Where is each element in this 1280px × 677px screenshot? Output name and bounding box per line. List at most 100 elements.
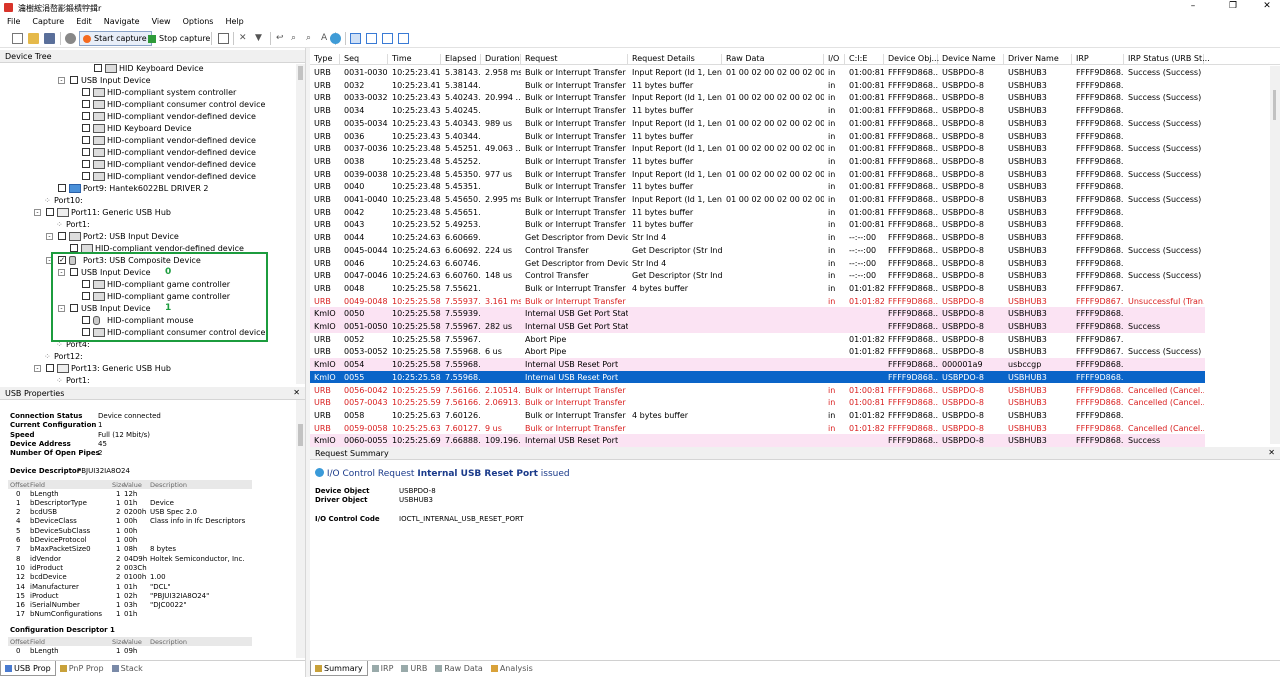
new-icon[interactable]: [12, 33, 23, 44]
start-capture-button[interactable]: Start capture: [79, 31, 152, 46]
column-header[interactable]: Elapsed: [441, 54, 481, 65]
column-header[interactable]: Raw Data: [722, 54, 824, 65]
tree-node[interactable]: ⁘ Port10:: [5, 195, 295, 207]
close-panel-icon[interactable]: ✕: [293, 388, 300, 397]
find-icon[interactable]: ⌕: [291, 33, 302, 44]
table-row[interactable]: URB 0056-0042 10:25:25.591 7.56166... 2.1051…: [310, 383, 1205, 397]
tree-node[interactable]: HID Keyboard Device: [5, 63, 295, 75]
table-row[interactable]: URB 0047-0046 10:25:24.638 6.60760... 148 us…: [310, 269, 1205, 282]
table-row[interactable]: URB 0053-0052 10:25:25.589 7.55968... 6 us Ab…: [310, 345, 1205, 359]
tree-expander[interactable]: -: [46, 233, 53, 240]
column-header[interactable]: Request Details: [628, 54, 722, 65]
table-row[interactable]: URB 0032 10:25:23.411 5.38144... Bulk or Int…: [310, 78, 1205, 92]
menu-navigate[interactable]: Navigate: [97, 15, 145, 26]
tree-expander[interactable]: -: [34, 209, 41, 216]
table-row[interactable]: URB 0040 10:25:23.483 5.45351... Bulk or Int…: [310, 180, 1205, 193]
table-row[interactable]: URB 0033-0032 10:25:23.432 5.40243... 20.994…: [310, 91, 1205, 105]
table-row[interactable]: KmIO 0060-0055 10:25:25.698 7.66888... 109.1…: [310, 434, 1205, 447]
tree-checkbox[interactable]: [82, 124, 90, 132]
column-header[interactable]: C:I:E: [845, 54, 884, 65]
tree-node[interactable]: - Port13: Generic USB Hub: [5, 363, 295, 375]
table-row[interactable]: KmIO 0051-0050 10:25:25.589 7.55967... 282 u…: [310, 320, 1205, 333]
column-header[interactable]: IRP Status (URB St...: [1124, 54, 1210, 65]
column-header[interactable]: Driver Name: [1004, 54, 1072, 65]
tree-checkbox[interactable]: [46, 208, 54, 216]
stop-capture-button[interactable]: Stop capture: [144, 31, 215, 46]
menu-edit[interactable]: Edit: [69, 15, 97, 26]
maximize-button[interactable]: ❐: [1218, 1, 1248, 14]
tab-analysis[interactable]: Analysis: [487, 661, 537, 676]
tree-checkbox[interactable]: [82, 112, 90, 120]
column-header[interactable]: Seq: [340, 54, 388, 65]
tree-checkbox[interactable]: [70, 76, 78, 84]
tree-node[interactable]: ⁘ Port1:: [5, 375, 295, 383]
tree-expander[interactable]: -: [58, 77, 65, 84]
minimize-button[interactable]: –: [1178, 1, 1208, 14]
tree-checkbox[interactable]: [94, 64, 102, 72]
menu-options[interactable]: Options: [176, 15, 219, 26]
table-row[interactable]: URB 0044 10:25:24.637 6.60669... Get Descrip…: [310, 231, 1205, 244]
tab-stack[interactable]: Stack: [108, 661, 147, 676]
table-row[interactable]: URB 0057-0043 10:25:25.591 7.56166... 2.0691…: [310, 396, 1205, 409]
table-row[interactable]: URB 0058 10:25:25.631 7.60126... Bulk or Int…: [310, 408, 1205, 422]
copy-icon[interactable]: [218, 33, 229, 44]
tree-node[interactable]: HID-compliant vendor-defined device: [5, 135, 295, 147]
menu-file[interactable]: File: [0, 15, 25, 26]
refresh-icon[interactable]: [330, 33, 341, 44]
layout2-icon[interactable]: [366, 33, 377, 44]
tree-node[interactable]: ⁘ Port1:: [5, 219, 295, 231]
column-header[interactable]: Duration: [481, 54, 521, 65]
tree-checkbox[interactable]: [46, 364, 54, 372]
table-row[interactable]: URB 0046 10:25:24.637 6.60746... Get Descrip…: [310, 256, 1205, 270]
close-button[interactable]: ✕: [1252, 1, 1280, 14]
tree-node[interactable]: - USB Input Device: [5, 75, 295, 87]
tree-node[interactable]: Port9: Hantek6022BL DRIVER 2: [5, 183, 295, 195]
tree-node[interactable]: HID-compliant vendor-defined device: [5, 171, 295, 183]
tree-checkbox[interactable]: [82, 148, 90, 156]
grid-scrollbar[interactable]: [1270, 66, 1280, 444]
tab-pnp-prop[interactable]: PnP Prop: [56, 661, 108, 676]
table-row[interactable]: URB 0039-0038 10:25:23.483 5.45350... 977 us…: [310, 167, 1205, 181]
column-header[interactable]: Device Name: [938, 54, 1004, 65]
column-header[interactable]: I/O: [824, 54, 845, 65]
close-summary-icon[interactable]: ✕: [1268, 448, 1275, 457]
tree-expander[interactable]: -: [34, 365, 41, 372]
table-row[interactable]: URB 0045-0044 10:25:24.637 6.60692... 224 us…: [310, 243, 1205, 257]
table-row[interactable]: KmIO 0050 10:25:25.589 7.55939... Internal U…: [310, 307, 1205, 320]
find-next-icon[interactable]: ⌕: [306, 33, 317, 44]
properties-scrollbar[interactable]: [296, 400, 305, 658]
layout3-icon[interactable]: [382, 33, 393, 44]
table-row[interactable]: URB 0043 10:25:23.523 5.49253... Bulk or Int…: [310, 218, 1205, 232]
menu-capture[interactable]: Capture: [25, 15, 69, 26]
column-header[interactable]: IRP: [1072, 54, 1124, 65]
table-row[interactable]: URB 0034 10:25:23.432 5.40245... Bulk or Int…: [310, 104, 1205, 117]
column-header[interactable]: Device Obj...: [884, 54, 939, 65]
open-icon[interactable]: [28, 33, 39, 44]
tree-node[interactable]: HID Keyboard Device: [5, 123, 295, 135]
tree-node[interactable]: - Port2: USB Input Device: [5, 231, 295, 243]
table-row[interactable]: URB 0052 10:25:25.589 7.55967... Abort Pipe 0…: [310, 332, 1205, 346]
tree-node[interactable]: HID-compliant vendor-defined device: [5, 111, 295, 123]
tab-irp[interactable]: IRP: [368, 661, 398, 676]
tree-checkbox[interactable]: [58, 232, 66, 240]
table-row[interactable]: KmIO 0055 10:25:25.589 7.55968... Internal U…: [310, 370, 1205, 384]
layout4-icon[interactable]: [398, 33, 409, 44]
device-tree-scrollbar[interactable]: [296, 64, 305, 384]
table-row[interactable]: URB 0049-0048 10:25:25.589 7.55937... 3.161 …: [310, 294, 1205, 308]
filter-off-icon[interactable]: ✕: [239, 33, 250, 44]
tree-node[interactable]: - Port11: Generic USB Hub: [5, 207, 295, 219]
tree-node[interactable]: HID-compliant system controller: [5, 87, 295, 99]
tab-usb-prop[interactable]: USB Prop: [0, 661, 56, 676]
tree-node[interactable]: HID-compliant vendor-defined device: [5, 147, 295, 159]
tab-summary[interactable]: Summary: [310, 661, 368, 676]
tab-urb[interactable]: URB: [397, 661, 431, 676]
table-row[interactable]: URB 0037-0036 10:25:23.482 5.45251... 49.063…: [310, 142, 1205, 155]
tree-node[interactable]: HID-compliant vendor-defined device: [5, 159, 295, 171]
table-row[interactable]: URB 0042 10:25:23.486 5.45651... Bulk or Int…: [310, 205, 1205, 219]
tree-checkbox[interactable]: [58, 184, 66, 192]
save-icon[interactable]: [44, 33, 55, 44]
table-row[interactable]: KmIO 0054 10:25:25.589 7.55968... Internal U…: [310, 358, 1205, 371]
tree-node[interactable]: ⁘ Port12:: [5, 351, 295, 363]
column-header[interactable]: Type: [310, 54, 340, 65]
menu-view[interactable]: View: [145, 15, 176, 26]
